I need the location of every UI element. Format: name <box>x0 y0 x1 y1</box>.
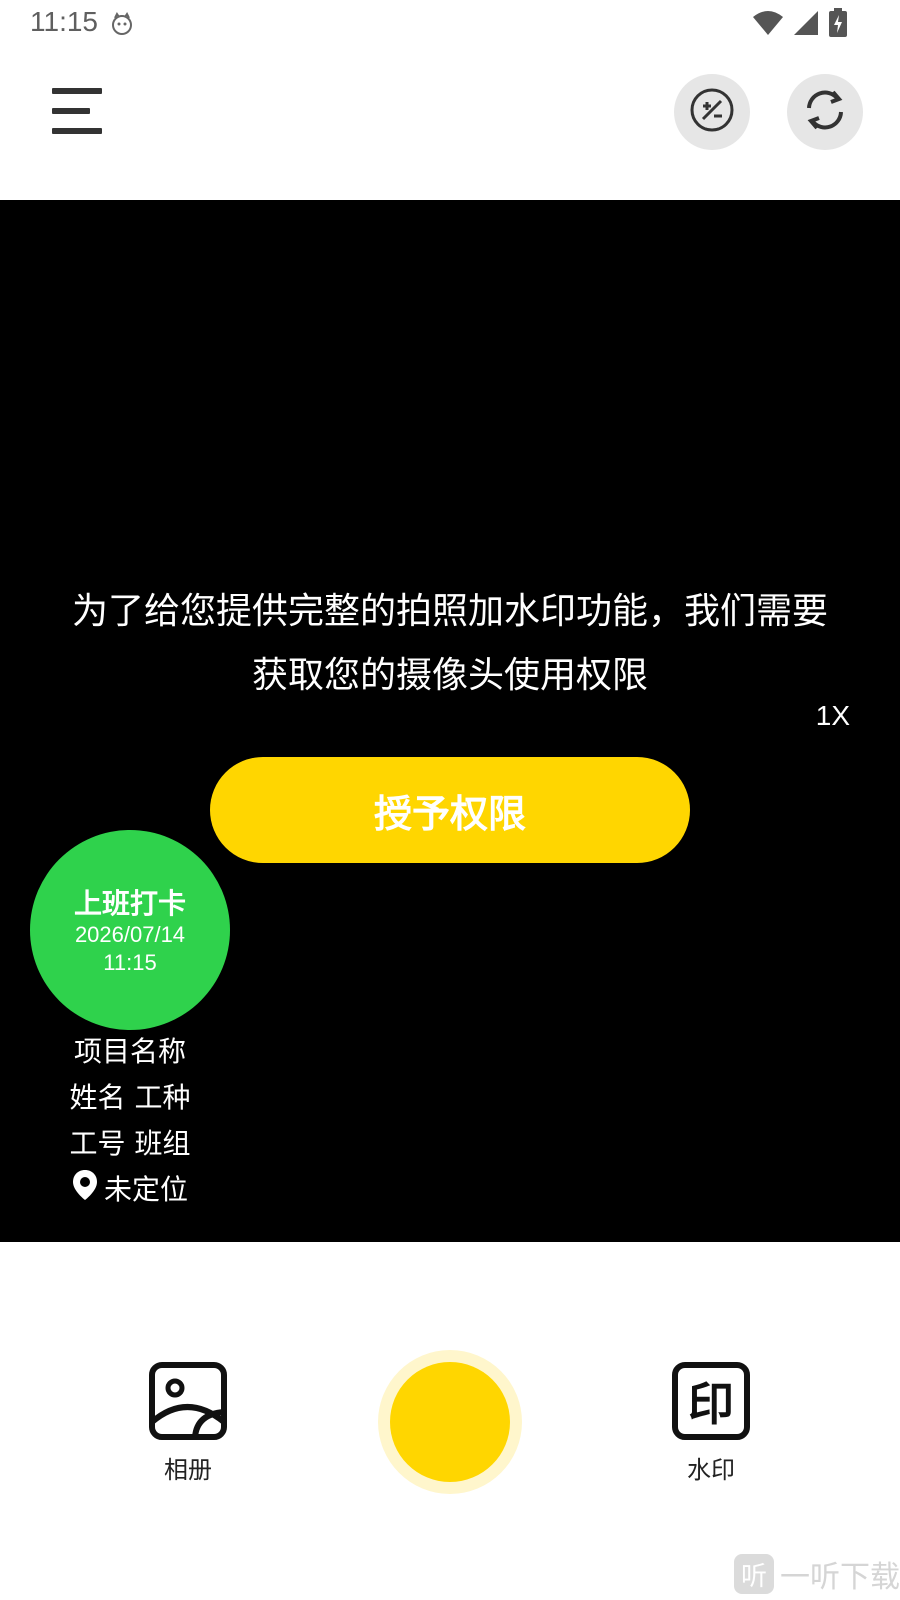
wifi-icon <box>752 9 784 41</box>
stamp-icon: 印 <box>672 1362 750 1444</box>
battery-icon <box>828 8 848 42</box>
status-time: 11:15 <box>30 6 98 37</box>
name-worktype: 姓名 工种 <box>69 1081 191 1114</box>
album-button[interactable] <box>148 1362 228 1444</box>
switch-camera-icon <box>801 86 849 138</box>
site-mark-text: 一听下载 <box>780 1560 900 1595</box>
corner-site-mark: 听 一听下载 <box>734 1552 900 1596</box>
shutter-button[interactable] <box>378 1350 522 1494</box>
gallery-icon <box>149 1362 227 1444</box>
shutter-core <box>390 1362 510 1482</box>
checkin-date: 2026/07/14 <box>74 922 186 947</box>
site-logo-icon: 听 <box>734 1554 774 1594</box>
switch-camera-button[interactable] <box>787 74 863 150</box>
watermark-label[interactable]: 水印 <box>651 1450 771 1485</box>
status-icons <box>752 8 848 42</box>
checkin-badge[interactable]: 上班打卡 2026/07/14 11:15 <box>30 830 230 1030</box>
exposure-icon <box>689 87 735 137</box>
exposure-button[interactable] <box>674 74 750 150</box>
camera-viewfinder: 为了给您提供完整的拍照加水印功能，我们需要获取您的摄像头使用权限 1X 授予权限… <box>0 200 900 1242</box>
checkin-time: 11:15 <box>103 950 157 975</box>
watermark-button[interactable]: 印 <box>671 1362 751 1444</box>
svg-text:印: 印 <box>688 1377 734 1431</box>
checkin-title: 上班打卡 <box>73 887 186 920</box>
zoom-level[interactable]: 1X <box>816 700 850 732</box>
top-toolbar <box>0 48 900 200</box>
id-team: 工号 班组 <box>69 1127 191 1160</box>
menu-icon[interactable] <box>52 88 104 136</box>
project-name: 项目名称 <box>73 1035 186 1068</box>
album-label[interactable]: 相册 <box>128 1450 248 1485</box>
signal-icon <box>792 9 820 41</box>
notification-cat-icon <box>110 12 134 40</box>
permission-message: 为了给您提供完整的拍照加水印功能，我们需要获取您的摄像头使用权限 <box>71 591 828 696</box>
grant-permission-button[interactable]: 授予权限 <box>210 757 690 863</box>
location-text: 未定位 <box>103 1173 188 1206</box>
location-pin-icon <box>72 1169 98 1208</box>
status-bar: 11:15 <box>0 0 900 48</box>
location-row: 未定位 <box>60 1168 200 1208</box>
